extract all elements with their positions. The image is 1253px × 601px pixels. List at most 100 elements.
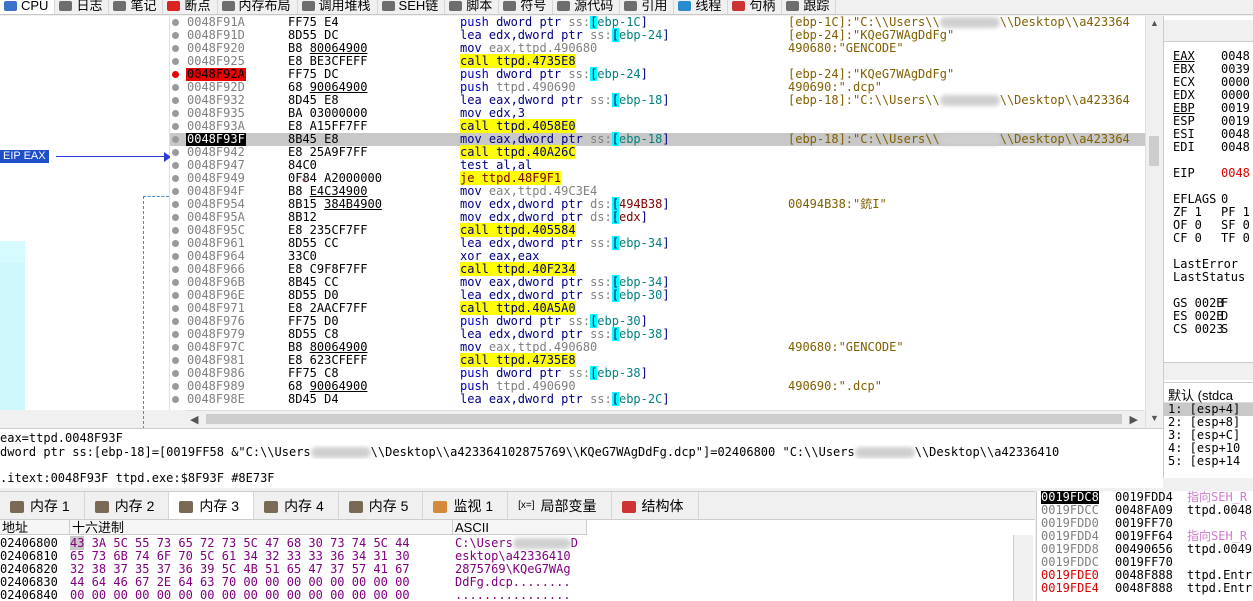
- tab-3[interactable]: 笔记: [109, 0, 164, 14]
- trace-icon: [786, 1, 800, 11]
- tab-10[interactable]: 源代码: [553, 0, 621, 14]
- disasm-vertical-scrollbar[interactable]: ▲ ▼: [1145, 16, 1162, 427]
- breakpoint-dot[interactable]: [172, 188, 179, 195]
- scroll-up-icon[interactable]: ▲: [1150, 18, 1159, 28]
- bracket: ]: [662, 197, 670, 211]
- dump-header-address[interactable]: 地址: [0, 520, 70, 535]
- disasm-row[interactable]: 0048F98E 8D45 D4 lea eax,dword ptr ss:[ebp…: [170, 392, 1145, 406]
- dump-tab-4[interactable]: 内存 4: [254, 492, 339, 520]
- call-args-panel[interactable]: 默认 (stdca 1: [esp+4] 2: [esp+8] 3: [esp+C]…: [1163, 382, 1253, 478]
- scrollbar-thumb[interactable]: [1149, 136, 1159, 166]
- breakpoint-dot[interactable]: [172, 331, 179, 338]
- breakpoint-dot[interactable]: [172, 149, 179, 156]
- dump-tab-7[interactable]: [x=] 局部变量: [508, 492, 612, 520]
- breakpoint-dot[interactable]: [172, 32, 179, 39]
- breakpoint-dot[interactable]: [172, 58, 179, 65]
- address-expr: ebp-2C: [618, 392, 663, 406]
- tab-1[interactable]: CPU: [0, 0, 56, 14]
- tab-4[interactable]: 断点: [163, 0, 218, 14]
- mnemonic: test: [460, 158, 497, 172]
- breakpoint-dot[interactable]: [172, 266, 179, 273]
- tab-label: 日志: [76, 0, 103, 13]
- comment-text: [ebp-24]:"KQeG7WAgDdFg": [788, 67, 955, 81]
- dump-header-hex[interactable]: 十六进制: [70, 520, 453, 535]
- tab-6[interactable]: 调用堆栈: [298, 0, 378, 14]
- registers-header-button[interactable]: [1164, 20, 1253, 42]
- comment-text: [ebp-18]:"C:\\Users\\: [788, 132, 940, 146]
- mnemonic: call ttpd.40A5A0: [460, 301, 576, 315]
- comment-text: [ebp-24]:"KQeG7WAgDdFg": [788, 28, 955, 42]
- breakpoint-dot[interactable]: [172, 45, 179, 52]
- breakpoint-dot[interactable]: [172, 84, 179, 91]
- registers-scrollbar[interactable]: [1164, 362, 1253, 380]
- dump-scrollbar[interactable]: [1013, 535, 1033, 601]
- breakpoint-dot[interactable]: [172, 292, 179, 299]
- dump-tab-2[interactable]: 内存 2: [85, 492, 170, 520]
- scroll-left-icon[interactable]: ◀: [190, 413, 198, 426]
- breakpoint-dot[interactable]: [172, 396, 179, 403]
- mnemonic: mov: [460, 340, 489, 354]
- tab-5[interactable]: 内存布局: [218, 0, 298, 14]
- breakpoint-dot[interactable]: [172, 123, 179, 130]
- scrollbar-thumb[interactable]: [206, 414, 1122, 424]
- breakpoint-dot[interactable]: [172, 344, 179, 351]
- tab-9[interactable]: 符号: [499, 0, 554, 14]
- source-icon: [557, 1, 571, 11]
- tab-7[interactable]: SEH链: [378, 0, 446, 14]
- breakpoint-dot[interactable]: [172, 370, 179, 377]
- comment-text: 490680:"GENCODE": [788, 41, 904, 55]
- breakpoint-dot[interactable]: [172, 19, 179, 26]
- dump-header-ascii[interactable]: ASCII: [453, 520, 587, 535]
- registers-panel[interactable]: EAX 0048 EBX 0039 ECX 0000 EDX 0000 EBP 0019 ESP 00…: [1163, 16, 1253, 382]
- register-row[interactable]: LastStatus: [1173, 271, 1245, 284]
- breakpoint-dot[interactable]: [172, 201, 179, 208]
- disassembly-view[interactable]: 0048F91A FF75 E4 push dword ptr ss:[ebp-1C…: [170, 16, 1145, 410]
- dump-tab-3[interactable]: 内存 3: [169, 492, 255, 520]
- dump-tab-6[interactable]: 监视 1: [423, 492, 509, 520]
- breakpoint-dot[interactable]: [172, 227, 179, 234]
- breakpoint-dot[interactable]: [172, 240, 179, 247]
- breakpoint-dot[interactable]: [172, 383, 179, 390]
- mnemonic: mov: [460, 210, 489, 224]
- breakpoint-dot[interactable]: [172, 318, 179, 325]
- dump-tab-8[interactable]: 结构体: [612, 492, 699, 520]
- gutter-highlight: [0, 263, 25, 410]
- dump-row[interactable]: 02406840 00 00 00 00 00 00 00 00 00 00 00…: [0, 589, 1035, 601]
- tab-2[interactable]: 日志: [55, 0, 110, 14]
- stack-view[interactable]: 0019FDC8 0019FDD4 指向SEH_R 0019FDCC 0048FA09 t…: [1036, 491, 1253, 601]
- scroll-right-icon[interactable]: ▶: [1130, 413, 1138, 426]
- tab-label: 线程: [695, 0, 722, 13]
- dump-tab-1[interactable]: 内存 1: [0, 492, 85, 520]
- breakpoint-dot[interactable]: [172, 110, 179, 117]
- call-arg-item[interactable]: 5: [esp+14: [1164, 455, 1253, 468]
- register-value: 0048: [1221, 49, 1250, 63]
- operand: eax,ttpd.490680: [488, 340, 598, 354]
- tab-8[interactable]: 脚本: [445, 0, 500, 14]
- disasm-horizontal-scrollbar[interactable]: ◀ ▶: [186, 410, 1144, 427]
- breakpoint-dot[interactable]: [172, 136, 179, 143]
- register-row[interactable]: EIP 0048: [1173, 167, 1250, 180]
- breakpoint-dot[interactable]: [172, 162, 179, 169]
- register-row[interactable]: CS 0023S: [1173, 323, 1228, 336]
- register-row[interactable]: CF 0 TF 0: [1173, 232, 1250, 245]
- tab-13[interactable]: 句柄: [728, 0, 783, 14]
- breakpoint-dot[interactable]: [172, 305, 179, 312]
- breakpoint-dot[interactable]: [172, 253, 179, 260]
- breakpoint-dot[interactable]: [172, 357, 179, 364]
- breakpoint-dot[interactable]: [172, 214, 179, 221]
- memory-dump-view[interactable]: 地址 十六进制 ASCII 02406800 43 3A 5C 55 73 65 …: [0, 519, 1035, 601]
- calling-convention-dropdown[interactable]: 默认 (stdca: [1164, 383, 1253, 403]
- breakpoint-dot[interactable]: [172, 71, 179, 78]
- stack-row[interactable]: 0019FDE4 0048F888 ttpd.Entr: [1037, 582, 1253, 595]
- tab-11[interactable]: 引用: [620, 0, 675, 14]
- operand: dword ptr: [496, 314, 569, 328]
- register-row[interactable]: EDI 0048: [1173, 141, 1250, 154]
- tab-12[interactable]: 线程: [674, 0, 729, 14]
- dump-tab-5[interactable]: 内存 5: [339, 492, 424, 520]
- scroll-down-icon[interactable]: ▼: [1150, 413, 1159, 423]
- breakpoint-dot[interactable]: [172, 279, 179, 286]
- breakpoint-dot[interactable]: [172, 97, 179, 104]
- dump-tab-bar: 内存 1 内存 2 内存 3 内存 4 内存 5 监视 1 [x=] 局部变量 结构体: [0, 491, 1035, 520]
- breakpoint-dot[interactable]: [172, 175, 179, 182]
- tab-14[interactable]: 跟踪: [782, 0, 837, 14]
